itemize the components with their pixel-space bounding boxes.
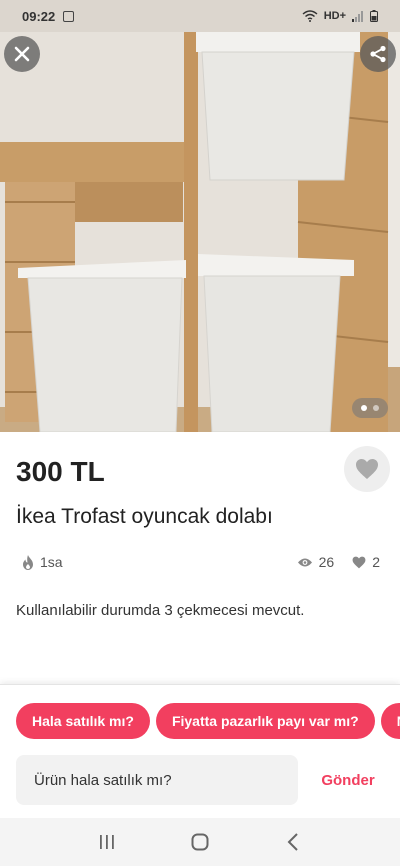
recents-button[interactable] [87, 822, 127, 862]
back-button[interactable] [273, 822, 313, 862]
home-icon [191, 833, 209, 851]
notification-icon [63, 10, 75, 22]
status-bar: 09:22 HD+ [0, 0, 400, 32]
favorites-stat: 2 [352, 554, 380, 570]
share-icon [370, 45, 386, 63]
posted-time-label: 1sa [40, 554, 63, 570]
status-right: HD+ [302, 10, 378, 22]
favorites-count: 2 [372, 554, 380, 570]
listing-meta: 1sa 26 2 [22, 552, 380, 572]
message-panel: Hala satılık mı? Fiyatta pazarlık payı v… [0, 684, 400, 818]
network-label: HD+ [323, 10, 346, 22]
quick-reply-chip[interactable]: Hala satılık mı? [16, 703, 150, 739]
views-count: 26 [318, 554, 335, 570]
close-icon [14, 46, 30, 62]
close-button[interactable] [4, 36, 40, 72]
quick-reply-chip[interactable]: Fiyatta pazarlık payı var mı? [155, 703, 375, 739]
heart-icon [352, 556, 366, 568]
pagination-dot-active [361, 405, 367, 411]
share-button[interactable] [360, 36, 396, 72]
listing-title: İkea Trofast oyuncak dolabı [16, 505, 273, 528]
send-button[interactable]: Gönder [304, 755, 392, 805]
recents-icon [99, 835, 114, 849]
quick-replies-clip: Hala satılık mı? Fiyatta pazarlık payı v… [0, 685, 400, 755]
quick-replies: Hala satılık mı? Fiyatta pazarlık payı v… [16, 703, 400, 739]
views-stat: 26 [297, 554, 335, 570]
eye-icon [297, 558, 312, 566]
fire-icon [23, 554, 33, 570]
battery-icon [370, 10, 378, 22]
listing-description: Kullanılabilir durumda 3 çekmecesi mevcu… [16, 602, 305, 619]
back-icon [287, 833, 299, 851]
pagination-dot [373, 405, 379, 411]
favorite-button[interactable] [344, 446, 390, 492]
quick-reply-chip[interactable]: N [380, 703, 400, 739]
listing-price: 300 TL [16, 456, 105, 487]
heart-icon [356, 459, 378, 479]
message-input[interactable] [16, 755, 298, 805]
signal-icon [352, 10, 363, 22]
listing-photo[interactable] [0, 32, 400, 432]
system-nav-bar [0, 818, 400, 866]
wifi-icon [302, 10, 318, 22]
photo-image [0, 32, 400, 432]
photo-pagination [352, 398, 388, 418]
posted-time: 1sa [22, 554, 63, 570]
stats: 26 2 [297, 554, 380, 570]
home-button[interactable] [180, 822, 220, 862]
status-time: 09:22 [22, 8, 56, 24]
